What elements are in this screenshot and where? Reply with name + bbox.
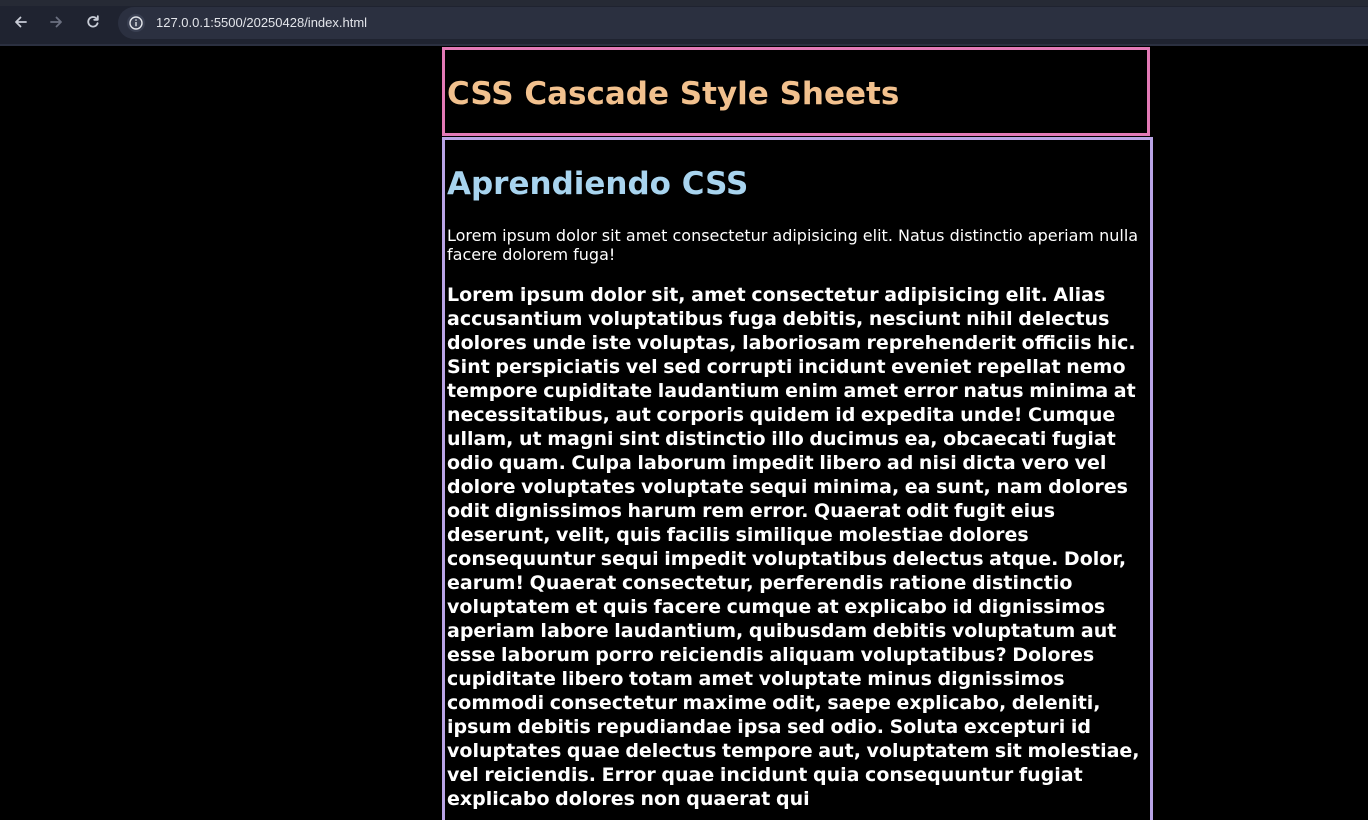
- arrow-left-icon: [15, 16, 27, 28]
- bold-paragraph: Lorem ipsum dolor sit, amet consectetur …: [447, 284, 1140, 810]
- intro-paragraph: Lorem ipsum dolor sit amet consectetur a…: [447, 226, 1139, 264]
- url-text[interactable]: 127.0.0.1:5500/20250428/index.html: [156, 14, 367, 32]
- page-header: CSS Cascade Style Sheets: [442, 47, 1150, 136]
- info-icon[interactable]: [127, 14, 145, 32]
- arrow-right-icon: [50, 16, 62, 28]
- info-glyph: [129, 16, 143, 30]
- reload-icon: [87, 15, 99, 28]
- main-heading: Aprendiendo CSS: [447, 166, 749, 202]
- back-button[interactable]: [7, 8, 35, 36]
- page-viewport: CSS Cascade Style Sheets Aprendiendo CSS…: [0, 46, 1368, 820]
- header-title: CSS Cascade Style Sheets: [447, 76, 900, 112]
- main-section: Aprendiendo CSS Lorem ipsum dolor sit am…: [442, 137, 1153, 820]
- browser-toolbar: 127.0.0.1:5500/20250428/index.html: [0, 0, 1368, 46]
- reload-button[interactable]: [79, 8, 107, 36]
- forward-button[interactable]: [42, 8, 70, 36]
- address-bar[interactable]: 127.0.0.1:5500/20250428/index.html: [118, 7, 1368, 39]
- tab-strip-edge: [0, 0, 1368, 6]
